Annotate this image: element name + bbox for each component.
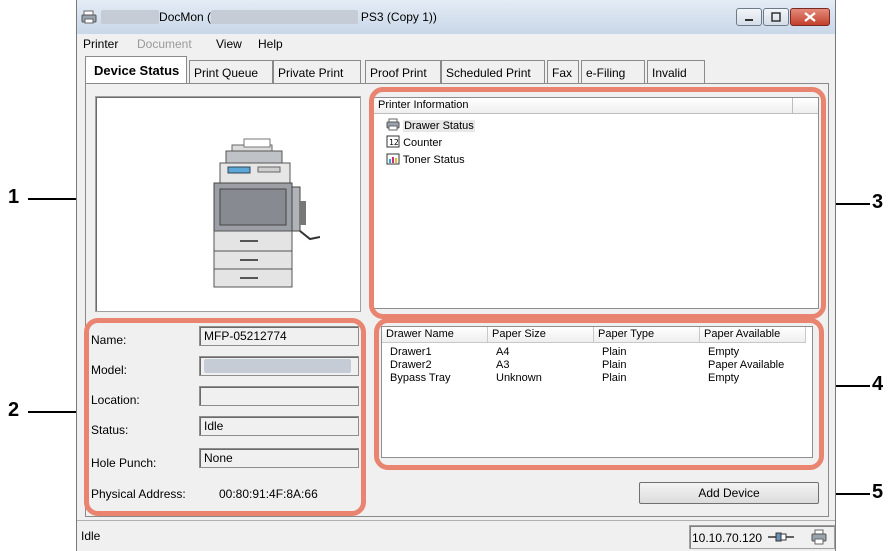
menu-view[interactable]: View bbox=[216, 37, 242, 51]
callout-box-3-printer-information bbox=[369, 87, 826, 319]
title-visible-a: DocMon ( bbox=[159, 10, 212, 24]
close-icon bbox=[804, 12, 816, 22]
maximize-button[interactable] bbox=[763, 8, 789, 26]
callout-number-2: 2 bbox=[8, 399, 20, 421]
title-bar[interactable]: TopAccessDocMon (TOSHIBA e-STUDIO4520C P… bbox=[77, 0, 835, 34]
title-blurred-app: TopAccess bbox=[101, 10, 160, 24]
status-bar: Idle 10.10.70.120 bbox=[77, 520, 835, 551]
tab-fax[interactable]: Fax bbox=[547, 60, 579, 83]
tab-e-filing[interactable]: e-Filing bbox=[581, 60, 645, 83]
tab-invalid[interactable]: Invalid bbox=[647, 60, 705, 83]
callout-box-4-drawer-list bbox=[374, 318, 824, 470]
callout-number-4: 4 bbox=[872, 373, 884, 395]
callout-number-3: 3 bbox=[872, 191, 884, 213]
menu-document[interactable]: Document bbox=[137, 37, 192, 51]
title-blurred-model: TOSHIBA e-STUDIO4520C bbox=[211, 10, 358, 24]
printer-app-icon bbox=[81, 9, 97, 24]
document-screenshot: 1 2 3 4 5 TopAccessDocMon (TOSHIBA e-STU… bbox=[0, 0, 890, 551]
minimize-icon bbox=[745, 19, 753, 21]
title-visible-b: PS3 (Copy 1)) bbox=[360, 10, 437, 24]
printer-status-icon bbox=[811, 529, 827, 545]
maximize-icon bbox=[771, 12, 781, 22]
tab-proof-print[interactable]: Proof Print bbox=[365, 60, 441, 83]
menu-help[interactable]: Help bbox=[258, 37, 283, 51]
window-title: TopAccessDocMon (TOSHIBA e-STUDIO4520C P… bbox=[101, 10, 437, 24]
status-bar-text: Idle bbox=[81, 529, 101, 543]
callout-number-5: 5 bbox=[872, 481, 884, 503]
ip-address: 10.10.70.120 bbox=[692, 531, 763, 545]
callout-box-2-device-info bbox=[84, 318, 366, 516]
close-button[interactable] bbox=[790, 8, 830, 26]
menu-bar: Printer Document View Help bbox=[77, 34, 835, 54]
tab-private-print[interactable]: Private Print bbox=[273, 60, 361, 83]
menu-printer[interactable]: Printer bbox=[83, 37, 118, 51]
tab-scheduled-print[interactable]: Scheduled Print bbox=[441, 60, 545, 83]
minimize-button[interactable] bbox=[736, 8, 762, 26]
status-bar-network-panel: 10.10.70.120 bbox=[689, 525, 835, 549]
device-image-panel bbox=[95, 96, 361, 312]
callout-number-1: 1 bbox=[8, 186, 20, 208]
network-connection-icon bbox=[768, 532, 794, 542]
add-device-button[interactable]: Add Device bbox=[639, 482, 819, 504]
tab-print-queue[interactable]: Print Queue bbox=[189, 60, 273, 83]
mfp-device-image bbox=[213, 138, 320, 288]
tab-device-status[interactable]: Device Status bbox=[85, 56, 187, 84]
